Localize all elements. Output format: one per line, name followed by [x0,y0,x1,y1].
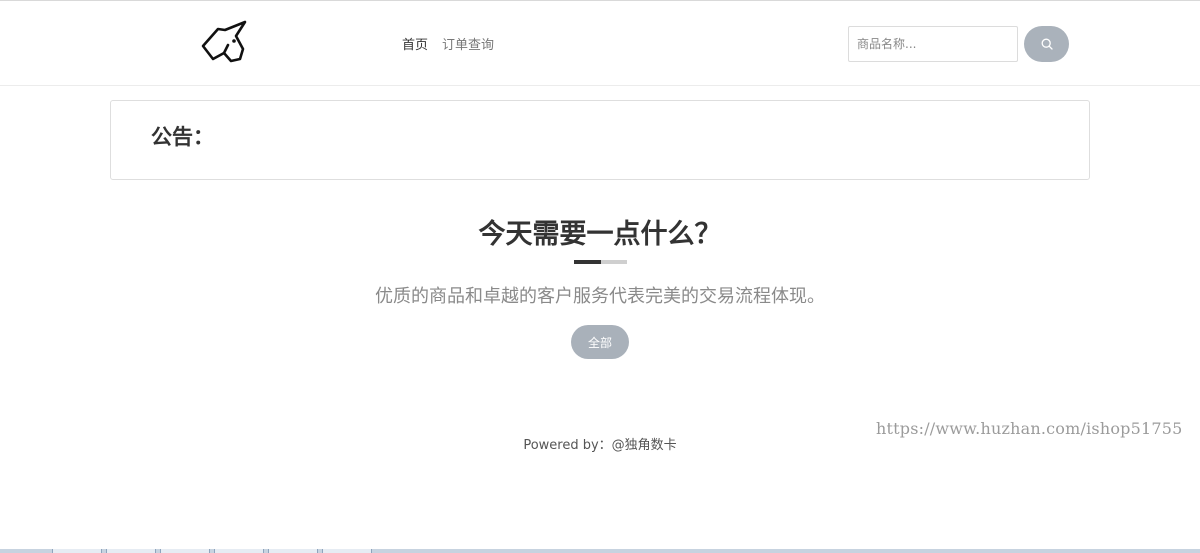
unicorn-icon[interactable] [198,19,250,65]
divider-dark-segment [574,260,601,264]
navbar: 首页 订单查询 [0,1,1200,86]
taskbar-tab[interactable] [322,549,372,553]
nav-home[interactable]: 首页 [402,34,428,53]
main-nav: 首页 订单查询 [402,34,494,53]
notice-title: 公告： [151,125,214,149]
notice-panel: 公告： [110,100,1090,180]
taskbar-tab[interactable] [214,549,264,553]
taskbar-tab[interactable] [160,549,210,553]
search-button[interactable] [1024,26,1069,62]
nav-order-query[interactable]: 订单查询 [442,34,494,53]
taskbar-tab[interactable] [52,549,102,553]
title-divider [574,260,627,264]
hero-subtitle: 优质的商品和卓越的客户服务代表完美的交易流程体现。 [375,286,825,307]
footer-powered-by: Powered by：@独角数卡 [523,438,677,453]
taskbar-strip [0,549,1200,553]
divider-light-segment [601,260,627,264]
taskbar-tab[interactable] [106,549,156,553]
taskbar-tab[interactable] [268,549,318,553]
search-icon [1041,38,1053,50]
search-input[interactable] [848,26,1018,62]
category-all-button[interactable]: 全部 [571,325,629,359]
hero-title: 今天需要一点什么？ [478,219,722,250]
